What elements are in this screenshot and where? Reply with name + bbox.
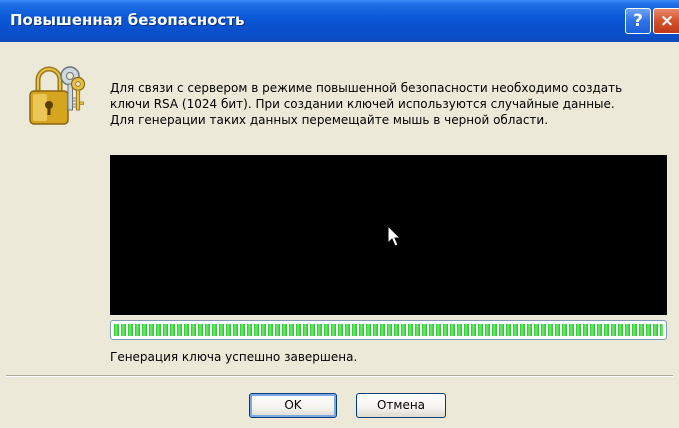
divider [6, 375, 673, 377]
security-dialog: Повышенная безопасность ? × Для связи с … [0, 0, 679, 428]
window-title: Повышенная безопасность [10, 11, 245, 29]
instruction-line-3: Для генерации таких данных перемещайте м… [110, 113, 549, 127]
close-button[interactable]: × [653, 8, 679, 34]
title-bar[interactable]: Повышенная безопасность ? × [0, 0, 679, 42]
ok-button[interactable]: OK [249, 393, 337, 418]
mouse-entropy-area[interactable] [110, 155, 667, 315]
instruction-text: Для связи с сервером в режиме повышенной… [110, 80, 670, 128]
mouse-cursor-icon [387, 225, 401, 247]
lock-keys-icon [29, 66, 86, 125]
status-text: Генерация ключа успешно завершена. [110, 350, 358, 364]
instruction-line-2: ключи RSA (1024 бит). При создании ключе… [110, 97, 615, 111]
progress-fill [114, 324, 663, 336]
help-button[interactable]: ? [625, 8, 651, 34]
key-generation-progress [110, 320, 667, 340]
instruction-line-1: Для связи с сервером в режиме повышенной… [110, 81, 623, 95]
cancel-button[interactable]: Отмена [356, 393, 446, 418]
